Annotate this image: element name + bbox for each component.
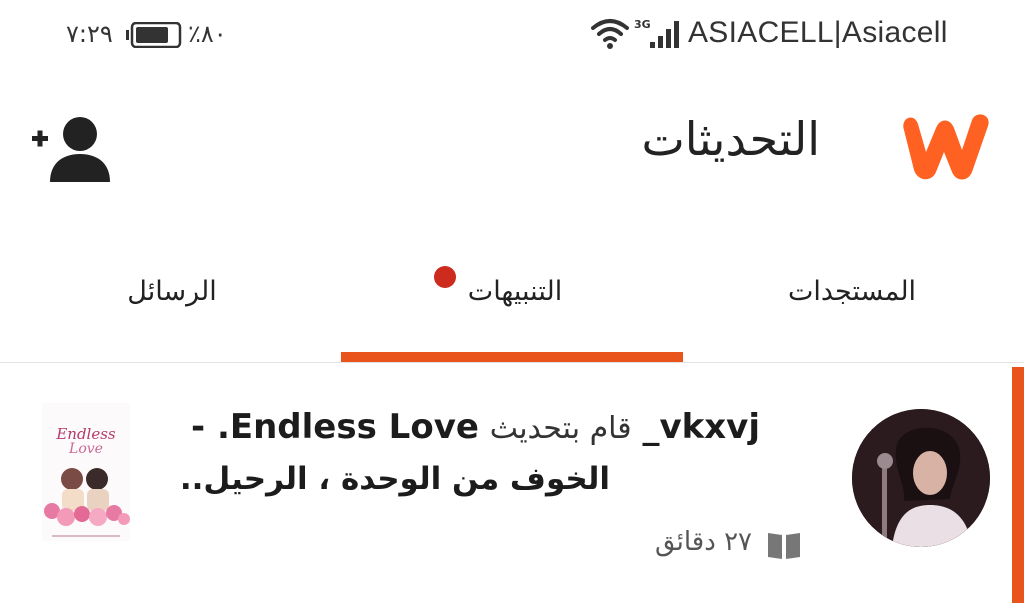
- notification-meta: ٢٧ دقائق: [640, 525, 810, 565]
- notification-username[interactable]: vkxvj_: [642, 407, 760, 447]
- book-icon: [768, 533, 800, 559]
- network-type: 3G: [634, 18, 651, 31]
- tab-updates[interactable]: المستجدات: [770, 276, 934, 307]
- cell-signal-icon: 3G: [634, 18, 679, 48]
- tab-messages[interactable]: الرسائل: [112, 276, 232, 307]
- notification-action: قام بتحديث: [489, 411, 632, 446]
- add-user-icon[interactable]: [30, 114, 112, 182]
- active-tab-indicator: [341, 352, 683, 362]
- story-cover[interactable]: Endless Love: [42, 403, 130, 541]
- battery-icon: [126, 22, 182, 48]
- cover-subtitle: Love: [69, 441, 103, 457]
- tab-bar: المستجدات التنبيهات الرسائل: [0, 250, 1024, 362]
- notification-item[interactable]: Endless Love vkxvj_ قام بتحديث Endless L…: [0, 363, 1024, 603]
- avatar-image: [852, 409, 990, 547]
- carrier-name: ASIACELL|Asiacell: [688, 16, 948, 49]
- time-ago: ٢٧ دقائق: [654, 527, 752, 557]
- battery-percent: ٪٨٠: [188, 20, 227, 48]
- chapter-title: الخوف من الوحدة ، الرحيل..: [179, 461, 610, 497]
- avatar[interactable]: [852, 409, 990, 547]
- unread-dot-badge: [434, 266, 456, 288]
- cover-illustration: [44, 468, 130, 537]
- wifi-icon: [591, 19, 629, 49]
- wattpad-logo-icon[interactable]: [896, 110, 992, 182]
- page-title: التحديثات: [641, 112, 820, 166]
- status-bar: ٧:٢٩ ٪٨٠ 3G ASIACELL|Asiacell: [0, 0, 1024, 70]
- unread-accent-bar: [1012, 367, 1024, 603]
- tab-notifications[interactable]: التنبيهات: [440, 276, 590, 307]
- status-time: ٧:٢٩: [66, 20, 113, 48]
- notification-story-title[interactable]: Endless Love. -: [191, 407, 479, 447]
- notification-text: vkxvj_ قام بتحديث Endless Love. -: [170, 407, 760, 451]
